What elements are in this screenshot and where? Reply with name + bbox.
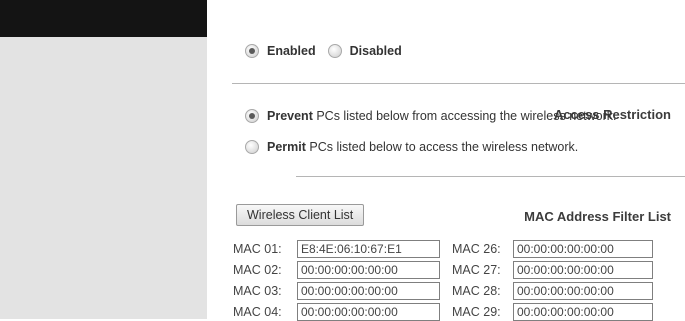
mac-address-field[interactable] [513,282,653,300]
mac-label: MAC 04: [233,305,282,319]
prevent-option-label[interactable]: Prevent PCs listed below from accessing … [267,109,616,123]
prevent-option: Prevent PCs listed below from accessing … [245,109,616,123]
permit-description: PCs listed below to access the wireless … [305,140,579,154]
enabled-radio[interactable] [245,44,259,58]
permit-radio[interactable] [245,140,259,154]
mac-address-field[interactable] [297,240,440,258]
section-title: Wireless MAC Filter [553,10,675,25]
disabled-label[interactable]: Disabled [350,44,402,58]
mac-address-field[interactable] [297,282,440,300]
mac-address-field[interactable] [513,261,653,279]
filter-state-row: Enabled Disabled [245,44,402,58]
permit-keyword: Permit [267,140,306,154]
mac-label: MAC 01: [233,242,282,256]
permit-option: Permit PCs listed below to access the wi… [245,140,578,154]
enabled-label[interactable]: Enabled [267,44,316,58]
sidebar [0,0,207,319]
divider [296,176,685,177]
mac-address-field[interactable] [297,303,440,321]
mac-label: MAC 28: [452,284,501,298]
permit-option-label[interactable]: Permit PCs listed below to access the wi… [267,140,578,154]
disabled-radio[interactable] [327,44,342,58]
mac-label: MAC 29: [452,305,501,319]
mac-label: MAC 27: [452,263,501,277]
mac-address-field[interactable] [513,240,653,258]
prevent-keyword: Prevent [267,109,313,123]
mac-label: MAC 26: [452,242,501,256]
prevent-description: PCs listed below from accessing the wire… [312,109,617,123]
mac-address-field[interactable] [513,303,653,321]
sidebar-header [0,0,207,37]
divider [232,83,685,84]
mac-address-field[interactable] [297,261,440,279]
prevent-radio[interactable] [245,109,259,123]
wireless-client-list-button[interactable]: Wireless Client List [236,204,365,226]
mac-label: MAC 03: [233,284,282,298]
mac-filter-list-label: MAC Address Filter List [524,209,671,224]
mac-label: MAC 02: [233,263,282,277]
